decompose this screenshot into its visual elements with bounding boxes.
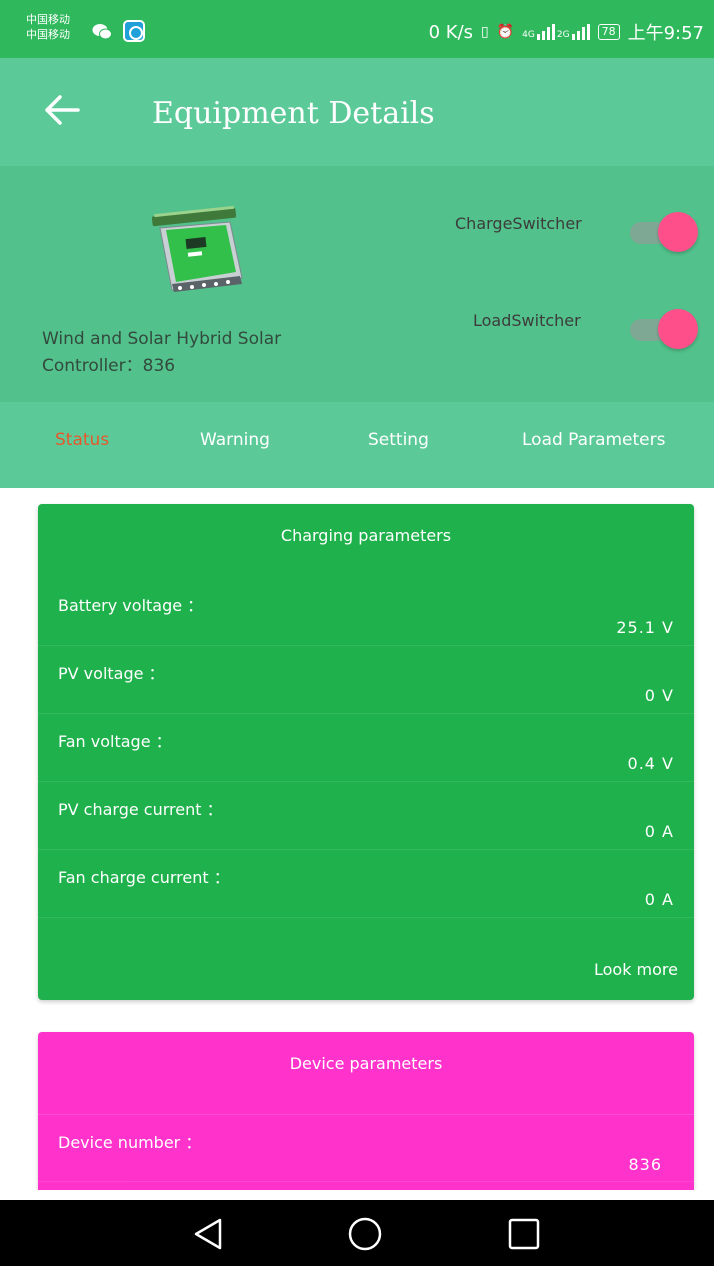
clock: 上午9:57 <box>627 23 704 44</box>
look-more-link[interactable]: Look more <box>594 960 678 979</box>
list-item: Device number ： 836 <box>38 1114 694 1182</box>
app-notification-icon <box>123 20 145 42</box>
back-triangle-icon[interactable] <box>190 1216 226 1252</box>
device-name: Wind and Solar Hybrid Solar Controller：8… <box>42 329 282 376</box>
page-title: Equipment Details <box>152 96 435 131</box>
device-number-label: Device number ： <box>58 1133 202 1152</box>
list-item: Battery voltage ： 25.1 V <box>38 578 694 646</box>
network-type-1: 4G <box>522 30 535 40</box>
carrier-1: 中国移动 <box>26 13 70 26</box>
status-bar: 中国移动 中国移动 0 K/s ▯ ⏰ 4G 2G 78 上午9:57 <box>0 0 714 58</box>
solar-controller-product-image <box>151 205 243 292</box>
pv-voltage-value: 0 V <box>644 686 674 705</box>
fan-charge-current-value: 0 A <box>644 890 674 909</box>
pv-voltage-label: PV voltage ： <box>58 664 165 683</box>
load-switch-label: LoadSwitcher <box>473 311 581 330</box>
tab-warning[interactable]: Warning <box>200 430 270 450</box>
fan-voltage-label: Fan voltage ： <box>58 732 172 751</box>
card-title: Charging parameters <box>280 526 452 545</box>
card-title: Device parameters <box>289 1054 443 1073</box>
charging-parameters-card: Charging parameters Battery voltage ： 25… <box>38 504 694 1000</box>
system-nav-bar <box>0 1200 714 1266</box>
wechat-icon <box>92 24 112 40</box>
list-item: Fan charge current ： 0 A <box>38 850 694 918</box>
tab-setting[interactable]: Setting <box>368 430 429 450</box>
app-bar: Equipment Details <box>0 58 714 166</box>
tab-bar: Status Warning Setting Load Parameters <box>0 402 714 488</box>
load-switch-thumb <box>658 309 698 349</box>
device-parameters-card: Device parameters Device number ： 836 <box>38 1032 694 1190</box>
battery-icon: 78 <box>597 24 620 40</box>
content-panel[interactable]: Charging parameters Battery voltage ： 25… <box>22 488 708 1190</box>
arrow-left-icon[interactable] <box>44 94 80 126</box>
battery-voltage-label: Battery voltage ： <box>58 596 204 615</box>
home-circle-icon[interactable] <box>347 1216 383 1252</box>
fan-voltage-value: 0.4 V <box>627 754 674 773</box>
list-item: PV voltage ： 0 V <box>38 646 694 714</box>
tab-load-parameters[interactable]: Load Parameters <box>522 430 666 450</box>
carrier-labels: 中国移动 中国移动 <box>26 12 70 42</box>
carrier-2: 中国移动 <box>26 28 70 41</box>
battery-voltage-value: 25.1 V <box>616 618 674 637</box>
list-item: Fan voltage ： 0.4 V <box>38 714 694 782</box>
status-indicators: 0 K/s ▯ ⏰ 4G 2G 78 上午9:57 <box>429 19 704 45</box>
list-item: PV charge current ： 0 A <box>38 782 694 850</box>
device-header: Wind and Solar Hybrid Solar Controller：8… <box>0 166 714 402</box>
pv-charge-current-value: 0 A <box>644 822 674 841</box>
pv-charge-current-label: PV charge current ： <box>58 800 223 819</box>
network-type-2: 2G <box>556 30 570 40</box>
alarm-icon: ⏰ <box>496 24 515 40</box>
signal-icon: 4G 2G <box>522 24 590 40</box>
fan-charge-current-label: Fan charge current ： <box>58 868 230 887</box>
recents-square-icon[interactable] <box>506 1216 542 1252</box>
charge-switch[interactable] <box>630 212 698 252</box>
charge-switch-thumb <box>658 212 698 252</box>
device-number-value: 836 <box>628 1155 662 1174</box>
vibrate-icon: ▯ <box>481 24 489 40</box>
tab-status[interactable]: Status <box>55 430 109 450</box>
charge-switch-label: ChargeSwitcher <box>455 214 582 233</box>
load-switch[interactable] <box>630 309 698 349</box>
network-speed: 0 K/s <box>428 21 474 43</box>
